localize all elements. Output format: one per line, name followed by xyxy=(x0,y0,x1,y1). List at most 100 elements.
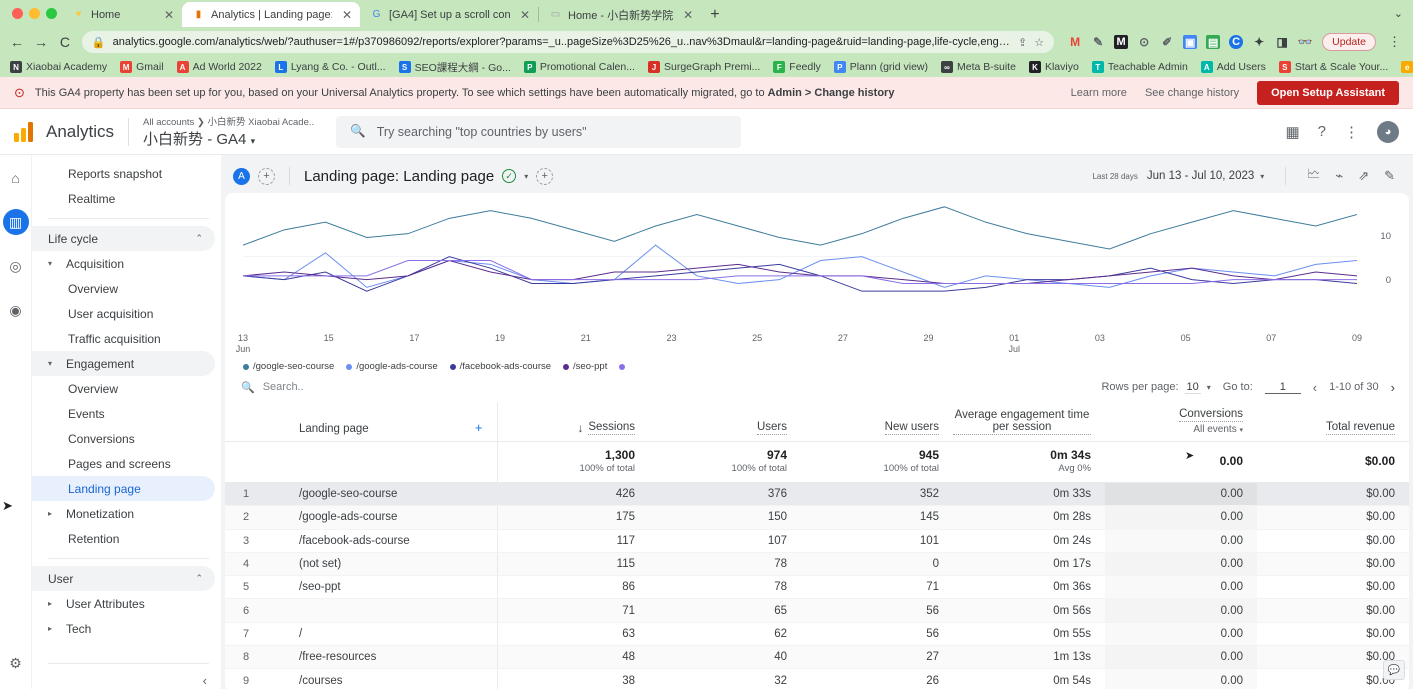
property-selector[interactable]: All accounts ❯ 小白新势 Xiaobai Acade.. 小白新势… xyxy=(143,114,314,149)
bookmark-item[interactable]: KKlaviyo xyxy=(1029,61,1079,73)
new-tab-button[interactable]: + xyxy=(701,2,728,27)
bookmark-item[interactable]: SSEO課程大綱 - Go... xyxy=(399,60,511,75)
table-row[interactable]: 1/google-seo-course4263763520m 33s0.00$0… xyxy=(225,483,1409,506)
table-header-total-revenue[interactable]: Total revenue xyxy=(1257,402,1409,442)
sidebar-item-user-acquisition[interactable]: User acquisition xyxy=(32,301,215,326)
global-search-input[interactable]: 🔍 Try searching "top countries by users" xyxy=(336,116,741,148)
table-header-conversions[interactable]: ConversionsAll events ▾ xyxy=(1105,402,1257,442)
pen-extension-icon[interactable]: ✐ xyxy=(1160,35,1174,49)
table-row[interactable]: 67165560m 56s0.00$0.00 xyxy=(225,599,1409,622)
table-row[interactable]: 4(not set)1157800m 17s0.00$0.00 xyxy=(225,552,1409,575)
browser-tab[interactable]: ▭Home - 小白新势学院✕ xyxy=(539,2,701,27)
bookmark-item[interactable]: ∞Meta B-suite xyxy=(941,61,1016,73)
table-row[interactable]: 9/courses3832260m 54s0.00$0.00 xyxy=(225,669,1409,689)
table-header-sessions[interactable]: ↓Sessions xyxy=(497,402,649,442)
green-extension-icon[interactable]: ▤ xyxy=(1206,35,1220,49)
table-row[interactable]: 8/free-resources4840271m 13s0.00$0.00 xyxy=(225,646,1409,669)
bookmark-item[interactable]: AAd World 2022 xyxy=(177,61,262,73)
sidebar-section-user[interactable]: User⌃ xyxy=(32,566,215,591)
date-range-selector[interactable]: Last 28 days Jun 13 - Jul 10, 2023 ▾ xyxy=(1089,170,1264,182)
blue-extension-icon[interactable]: ▣ xyxy=(1183,35,1197,49)
forward-button[interactable]: → xyxy=(34,34,48,50)
legend-item[interactable]: /google-seo-course xyxy=(243,361,334,372)
analytics-logo[interactable]: Analytics xyxy=(14,122,114,142)
home-icon[interactable]: ⌂ xyxy=(3,165,29,191)
edit-icon[interactable]: ✎ xyxy=(1384,168,1395,184)
avatar[interactable]: ◕ xyxy=(1377,121,1399,143)
close-tab-button[interactable]: ✕ xyxy=(679,8,693,22)
previous-page-button[interactable]: ‹ xyxy=(1313,380,1317,395)
puzzle-icon[interactable]: ✦ xyxy=(1252,35,1266,49)
table-header-average-engagement-time-per-session[interactable]: Average engagement time per session xyxy=(953,402,1105,442)
help-icon[interactable]: ? xyxy=(1318,123,1326,140)
table-row[interactable]: 7/6362560m 55s0.00$0.00 xyxy=(225,622,1409,645)
teal-extension-icon[interactable]: C xyxy=(1229,35,1243,49)
update-button[interactable]: Update xyxy=(1322,33,1376,51)
add-dimension-icon[interactable]: + xyxy=(475,420,483,435)
browser-tab[interactable]: ♥Home✕ xyxy=(62,2,182,27)
table-row[interactable]: 2/google-ads-course1751501450m 28s0.00$0… xyxy=(225,506,1409,529)
bookmark-item[interactable]: LLyang & Co. - Outl... xyxy=(275,61,386,73)
sidebar-item-overview[interactable]: Overview xyxy=(32,276,215,301)
sidebar-item-engagement[interactable]: ▾Engagement xyxy=(32,351,215,376)
bookmark-item[interactable]: SStart & Scale Your... xyxy=(1279,61,1388,73)
legend-item[interactable]: /seo-ppt xyxy=(563,361,607,372)
bookmark-item[interactable]: JSurgeGraph Premi... xyxy=(648,61,760,73)
chrome-menu-icon[interactable]: ⋮ xyxy=(1386,34,1403,50)
bookmark-item[interactable]: MGmail xyxy=(120,61,163,73)
sidebar-item-pages-and-screens[interactable]: Pages and screens xyxy=(32,451,215,476)
avatar-badge[interactable]: A xyxy=(233,168,250,185)
table-header-landing-page[interactable]: Landing page+ xyxy=(269,402,497,442)
sidebar-item-monetization[interactable]: ▸Monetization xyxy=(32,501,215,526)
sidebar-item-user-attributes[interactable]: ▸User Attributes xyxy=(32,591,215,616)
bookmark-item[interactable]: FFeedly xyxy=(773,61,821,73)
apps-grid-icon[interactable]: ▦ xyxy=(1285,123,1299,141)
learn-more-link[interactable]: Learn more xyxy=(1071,87,1127,99)
sidebar-item-overview[interactable]: Overview xyxy=(32,376,215,401)
chevron-down-icon[interactable]: ⌄ xyxy=(1394,7,1413,20)
star-icon[interactable]: ☆ xyxy=(1034,36,1044,49)
collapse-sidebar-button[interactable]: ‹ xyxy=(203,673,207,688)
browser-tab[interactable]: ▮Analytics | Landing page: Land✕ xyxy=(182,2,360,27)
m-extension-icon[interactable]: M xyxy=(1114,35,1128,49)
bookmark-item[interactable]: AAdd Users xyxy=(1201,61,1266,73)
reload-button[interactable]: C xyxy=(58,34,72,50)
bookmark-item[interactable]: NXiaobai Academy xyxy=(10,61,107,73)
more-vert-icon[interactable]: ⋮ xyxy=(1344,123,1359,141)
open-setup-assistant-button[interactable]: Open Setup Assistant xyxy=(1257,81,1399,105)
table-header-new-users[interactable]: New users xyxy=(801,402,953,442)
add-comparison-button[interactable]: + xyxy=(258,168,275,185)
sidebar-item-acquisition[interactable]: ▾Acquisition xyxy=(32,251,215,276)
sidebar-item-events[interactable]: Events xyxy=(32,401,215,426)
table-search-input[interactable]: 🔍 Search.. xyxy=(241,381,304,394)
chevron-down-icon[interactable]: ▾ xyxy=(524,172,528,181)
next-page-button[interactable]: › xyxy=(1391,380,1395,395)
compare-icon[interactable]: ⇗ xyxy=(1358,168,1369,184)
rows-per-page-selector[interactable]: Rows per page: 10 ▾ xyxy=(1101,381,1210,394)
address-bar[interactable]: 🔒 analytics.google.com/analytics/web/?au… xyxy=(82,31,1054,53)
sidebar-item-reports-snapshot[interactable]: Reports snapshot xyxy=(32,161,215,186)
close-tab-button[interactable]: ✕ xyxy=(160,8,174,22)
sidebar-item-conversions[interactable]: Conversions xyxy=(32,426,215,451)
explore-icon[interactable]: ◎ xyxy=(3,253,29,279)
table-header-users[interactable]: Users xyxy=(649,402,801,442)
column-subheader[interactable]: All events ▾ xyxy=(1105,422,1257,435)
sidebar-item-realtime[interactable]: Realtime xyxy=(32,186,215,211)
feedback-button[interactable]: 💬 xyxy=(1383,660,1405,680)
bookmark-item[interactable]: TTeachable Admin xyxy=(1092,61,1188,73)
minimize-window-button[interactable] xyxy=(29,8,40,19)
gear-icon[interactable]: ⚙ xyxy=(3,650,29,676)
legend-item[interactable]: /google-ads-course xyxy=(346,361,437,372)
window-controls[interactable] xyxy=(12,8,57,19)
check-circle-icon[interactable]: ✓ xyxy=(502,169,516,183)
eyedropper-extension-icon[interactable]: ✎ xyxy=(1091,35,1105,49)
sidebar-section-life-cycle[interactable]: Life cycle⌃ xyxy=(32,226,215,251)
share-icon[interactable]: ⌁ xyxy=(1335,168,1343,184)
legend-item[interactable] xyxy=(619,364,629,370)
close-window-button[interactable] xyxy=(12,8,23,19)
bookmark-item[interactable]: eeCommerce Case... xyxy=(1401,61,1413,73)
insights-icon[interactable]: 🗠 xyxy=(1307,165,1320,187)
advertising-icon[interactable]: ◉ xyxy=(3,297,29,323)
sidebar-item-landing-page[interactable]: Landing page xyxy=(32,476,215,501)
share-icon[interactable]: ⇪ xyxy=(1018,36,1027,49)
